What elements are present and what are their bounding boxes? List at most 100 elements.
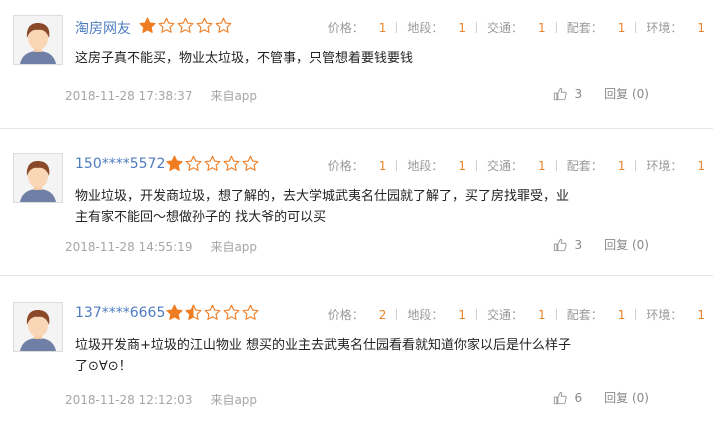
score-value: 1	[378, 158, 387, 173]
score-label: 价格：	[327, 159, 364, 173]
default-avatar-icon	[14, 16, 62, 64]
score-facilities: 配套： 1	[546, 157, 626, 174]
review-item: 淘房网友 价格： 1 地段： 1 交通： 1 配套： 1 环境： 1 这房子真不能买，物业…	[0, 0, 713, 135]
reply-button[interactable]: 回复 (0)	[604, 85, 649, 102]
review-item: 150****5572 价格： 1 地段： 1 交通： 1 配套： 1 环境： 1 物业垃…	[0, 138, 713, 273]
divider	[0, 275, 713, 276]
score-environment: 环境： 1	[625, 306, 705, 323]
username[interactable]: 150****5572	[75, 156, 165, 172]
review-meta: 2018-11-28 17:38:37 来自app	[65, 87, 257, 104]
score-value: 1	[538, 158, 546, 173]
like-count: 3	[574, 86, 583, 101]
star-icon	[158, 17, 175, 33]
star-icon	[204, 304, 221, 320]
score-value: 1	[538, 307, 546, 322]
star-rating	[166, 304, 259, 321]
review-actions: 3 回复 (0)	[553, 85, 649, 102]
star-icon	[185, 155, 202, 171]
score-label: 交通：	[487, 159, 524, 173]
avatar[interactable]	[13, 15, 63, 65]
score-value: 1	[697, 158, 705, 173]
review-date: 2018-11-28 14:55:19	[65, 240, 193, 254]
star-icon	[223, 304, 240, 320]
review-actions: 6 回复 (0)	[553, 389, 649, 406]
score-value: 1	[458, 158, 467, 173]
score-value: 1	[458, 307, 467, 322]
review-meta: 2018-11-28 12:12:03 来自app	[65, 391, 257, 408]
score-label: 交通：	[487, 21, 524, 35]
score-price: 价格： 1	[328, 157, 387, 174]
like-count: 3	[574, 237, 583, 252]
star-rating	[139, 17, 232, 34]
score-transport: 交通： 1	[466, 19, 546, 36]
star-icon	[139, 17, 156, 33]
review-meta: 2018-11-28 14:55:19 来自app	[65, 238, 257, 255]
review-source: 来自app	[210, 393, 258, 407]
reply-button[interactable]: 回复 (0)	[604, 236, 649, 253]
thumbs-up-icon[interactable]	[553, 238, 567, 252]
review-item: 137****6665 价格： 2 地段： 1 交通： 1 配套： 1 环境： 1 垃圾开…	[0, 287, 713, 421]
score-value: 1	[538, 20, 546, 35]
username[interactable]: 淘房网友	[75, 18, 131, 38]
score-value: 1	[378, 20, 387, 35]
score-value: 2	[378, 307, 387, 322]
review-content: 这房子真不能买，物业太垃圾，不管事，只管想着要钱要钱	[75, 51, 414, 66]
star-icon	[166, 155, 183, 171]
score-value: 1	[617, 307, 626, 322]
review-date: 2018-11-28 17:38:37	[65, 89, 193, 103]
star-icon	[177, 17, 194, 33]
score-label: 价格：	[327, 308, 364, 322]
star-icon	[242, 155, 259, 171]
review-source: 来自app	[210, 89, 258, 103]
star-icon	[242, 304, 259, 320]
score-value: 1	[697, 307, 705, 322]
score-label: 配套：	[566, 21, 603, 35]
thumbs-up-icon[interactable]	[553, 391, 567, 405]
like-count: 6	[574, 390, 583, 405]
thumbs-up-icon[interactable]	[553, 87, 567, 101]
score-environment: 环境： 1	[625, 157, 705, 174]
score-price: 价格： 1	[328, 19, 387, 36]
reply-button[interactable]: 回复 (0)	[604, 389, 649, 406]
review-content: 物业垃圾，开发商垃圾，想了解的，去大学城武夷名仕园就了解了，买了房找罪受，业主有…	[75, 189, 570, 225]
score-label: 地段：	[407, 159, 444, 173]
star-icon	[185, 304, 202, 320]
review-actions: 3 回复 (0)	[553, 236, 649, 253]
score-breakdown: 价格： 1 地段： 1 交通： 1 配套： 1 环境： 1	[328, 157, 705, 174]
star-icon	[215, 17, 232, 33]
score-label: 地段：	[407, 21, 444, 35]
star-icon	[223, 155, 240, 171]
review-date: 2018-11-28 12:12:03	[65, 393, 193, 407]
divider	[0, 128, 713, 129]
score-value: 1	[458, 20, 467, 35]
score-breakdown: 价格： 1 地段： 1 交通： 1 配套： 1 环境： 1	[328, 19, 705, 36]
username[interactable]: 137****6665	[75, 305, 165, 321]
star-icon	[166, 304, 183, 320]
star-rating	[166, 155, 259, 172]
score-breakdown: 价格： 2 地段： 1 交通： 1 配套： 1 环境： 1	[328, 306, 705, 323]
score-location: 地段： 1	[386, 306, 466, 323]
review-source: 来自app	[210, 240, 258, 254]
score-transport: 交通： 1	[466, 157, 546, 174]
star-icon	[204, 155, 221, 171]
review-content: 垃圾开发商+垃圾的江山物业 想买的业主去武夷名仕园看看就知道你家以后是什么样子了…	[75, 338, 572, 374]
score-label: 配套：	[566, 308, 603, 322]
score-label: 交通：	[487, 308, 524, 322]
score-label: 环境：	[646, 159, 683, 173]
score-environment: 环境： 1	[625, 19, 705, 36]
default-avatar-icon	[14, 303, 62, 351]
avatar[interactable]	[13, 302, 63, 352]
score-label: 环境：	[646, 308, 683, 322]
score-label: 配套：	[566, 159, 603, 173]
score-label: 地段：	[407, 308, 444, 322]
score-location: 地段： 1	[386, 19, 466, 36]
score-value: 1	[617, 158, 626, 173]
score-facilities: 配套： 1	[546, 306, 626, 323]
score-label: 价格：	[327, 21, 364, 35]
score-value: 1	[697, 20, 705, 35]
score-transport: 交通： 1	[466, 306, 546, 323]
star-icon	[196, 17, 213, 33]
score-price: 价格： 2	[328, 306, 387, 323]
avatar[interactable]	[13, 153, 63, 203]
score-label: 环境：	[646, 21, 683, 35]
